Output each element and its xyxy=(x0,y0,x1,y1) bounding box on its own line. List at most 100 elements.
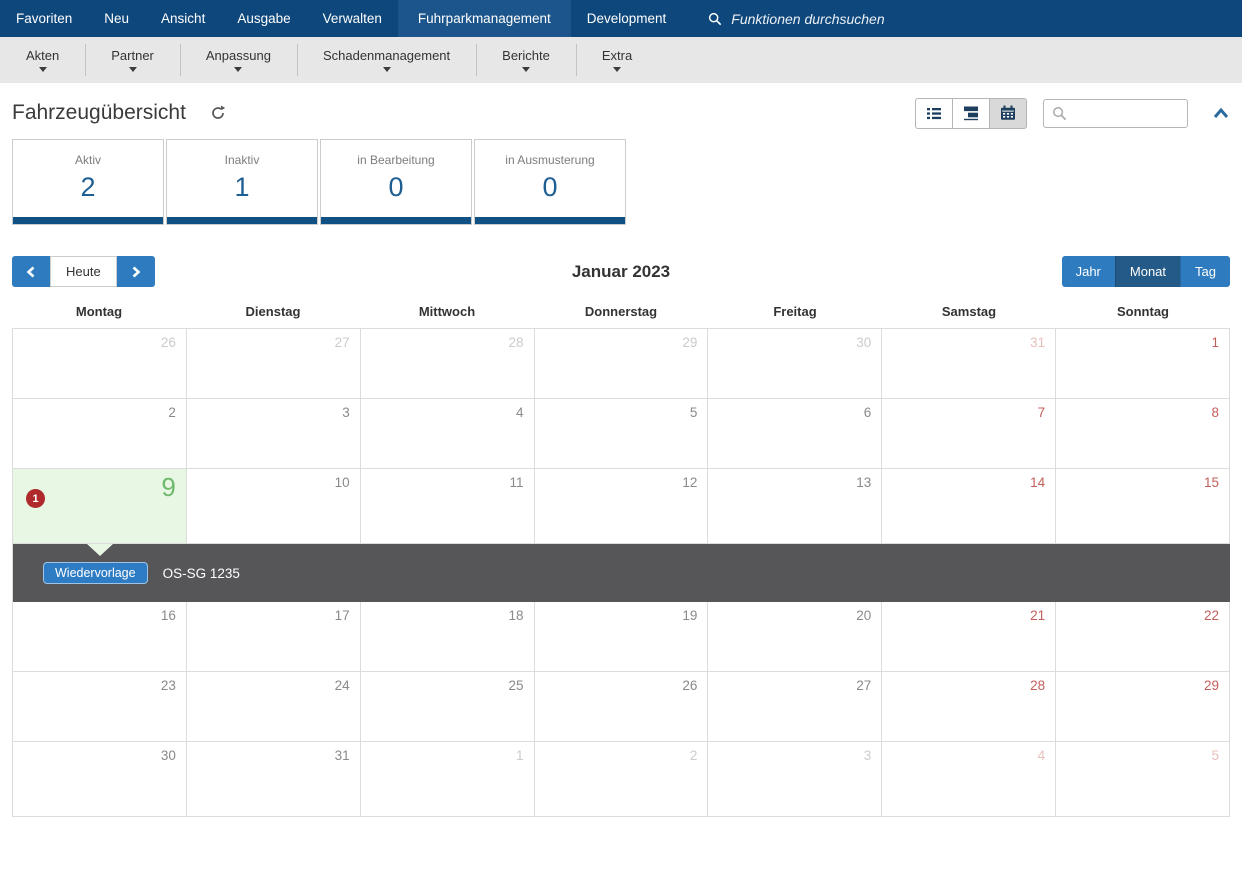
status-card-value: 0 xyxy=(321,172,471,203)
calendar-view-monat[interactable]: Monat xyxy=(1115,256,1180,287)
calendar-day[interactable]: 6 xyxy=(708,399,882,469)
calendar-day[interactable]: 22 xyxy=(1056,602,1230,672)
calendar-day-selected[interactable]: 91 xyxy=(13,469,187,544)
calendar-day[interactable]: 21 xyxy=(882,602,1056,672)
calendar-day[interactable]: 20 xyxy=(708,602,882,672)
calendar-day[interactable]: 4 xyxy=(882,742,1056,817)
day-number: 18 xyxy=(509,608,524,623)
calendar-day[interactable]: 29 xyxy=(535,329,709,399)
previous-month-button[interactable] xyxy=(12,256,50,287)
page-header: Fahrzeugübersicht xyxy=(12,93,1230,133)
status-cards: Aktiv2Inaktiv1in Bearbeitung0in Ausmuste… xyxy=(12,139,1230,225)
day-number: 19 xyxy=(682,608,697,623)
calendar-day[interactable]: 15 xyxy=(1056,469,1230,544)
menu-item-akten[interactable]: Akten xyxy=(0,37,85,83)
collapse-panel-icon[interactable] xyxy=(1212,106,1230,120)
event-type-badge[interactable]: Wiedervorlage xyxy=(43,562,148,584)
calendar-view-tag[interactable]: Tag xyxy=(1180,256,1230,287)
menu-item-label: Akten xyxy=(26,48,59,63)
calendar-day[interactable]: 17 xyxy=(187,602,361,672)
top-nav-item-neu[interactable]: Neu xyxy=(88,0,145,37)
calendar-day[interactable]: 30 xyxy=(708,329,882,399)
calendar-day[interactable]: 24 xyxy=(187,672,361,742)
calendar-day[interactable]: 30 xyxy=(13,742,187,817)
calendar-day[interactable]: 18 xyxy=(361,602,535,672)
calendar-day[interactable]: 28 xyxy=(361,329,535,399)
day-number: 21 xyxy=(1030,608,1045,623)
calendar-day[interactable]: 4 xyxy=(361,399,535,469)
calendar-day[interactable]: 31 xyxy=(882,329,1056,399)
top-nav-item-verwalten[interactable]: Verwalten xyxy=(307,0,398,37)
event-vehicle-plate[interactable]: OS-SG 1235 xyxy=(163,566,240,581)
calendar-nav-group: Heute xyxy=(12,256,155,287)
status-card-in-ausmusterung[interactable]: in Ausmusterung0 xyxy=(474,139,626,225)
top-nav-item-ausgabe[interactable]: Ausgabe xyxy=(221,0,306,37)
calendar-day[interactable]: 23 xyxy=(13,672,187,742)
calendar-day[interactable]: 19 xyxy=(535,602,709,672)
top-nav-items: FavoritenNeuAnsichtAusgabeVerwaltenFuhrp… xyxy=(0,0,682,37)
menu-item-schadenmanagement[interactable]: Schadenmanagement xyxy=(297,37,476,83)
status-card-label: Inaktiv xyxy=(167,153,317,167)
next-month-button[interactable] xyxy=(117,256,155,287)
calendar-day[interactable]: 14 xyxy=(882,469,1056,544)
calendar-day[interactable]: 7 xyxy=(882,399,1056,469)
calendar-view-switcher: JahrMonatTag xyxy=(1062,256,1230,287)
day-number: 28 xyxy=(509,335,524,350)
status-card-inaktiv[interactable]: Inaktiv1 xyxy=(166,139,318,225)
event-count-badge[interactable]: 1 xyxy=(26,489,45,508)
function-search-input[interactable] xyxy=(731,11,1031,27)
chevron-down-icon xyxy=(383,67,391,72)
calendar-day[interactable]: 5 xyxy=(535,399,709,469)
calendar-day[interactable]: 26 xyxy=(13,329,187,399)
status-card-in-bearbeitung[interactable]: in Bearbeitung0 xyxy=(320,139,472,225)
day-number: 16 xyxy=(161,608,176,623)
chevron-down-icon xyxy=(613,67,621,72)
top-nav-search[interactable] xyxy=(708,0,1031,37)
refresh-icon[interactable] xyxy=(210,105,226,121)
day-number: 10 xyxy=(335,475,350,490)
calendar-day[interactable]: 25 xyxy=(361,672,535,742)
calendar-day[interactable]: 28 xyxy=(882,672,1056,742)
weekday-label-samstag: Samstag xyxy=(882,304,1056,319)
top-nav-item-fuhrparkmanagement[interactable]: Fuhrparkmanagement xyxy=(398,0,571,37)
top-nav-item-ansicht[interactable]: Ansicht xyxy=(145,0,221,37)
calendar-day[interactable]: 16 xyxy=(13,602,187,672)
calendar-view-jahr[interactable]: Jahr xyxy=(1062,256,1115,287)
calendar-day[interactable]: 10 xyxy=(187,469,361,544)
calendar-day[interactable]: 26 xyxy=(535,672,709,742)
menu-item-anpassung[interactable]: Anpassung xyxy=(180,37,297,83)
menu-item-partner[interactable]: Partner xyxy=(85,37,180,83)
calendar-day[interactable]: 1 xyxy=(361,742,535,817)
calendar-day[interactable]: 1 xyxy=(1056,329,1230,399)
today-button[interactable]: Heute xyxy=(50,256,117,287)
top-nav-item-favoriten[interactable]: Favoriten xyxy=(0,0,88,37)
menu-item-extra[interactable]: Extra xyxy=(576,37,658,83)
calendar-day[interactable]: 27 xyxy=(187,329,361,399)
calendar-day[interactable]: 2 xyxy=(535,742,709,817)
calendar-day[interactable]: 11 xyxy=(361,469,535,544)
filter-search-box[interactable] xyxy=(1043,99,1188,128)
detail-view-icon[interactable] xyxy=(952,98,990,129)
calendar-day[interactable]: 31 xyxy=(187,742,361,817)
filter-search-input[interactable] xyxy=(1073,106,1179,121)
calendar-day[interactable]: 2 xyxy=(13,399,187,469)
view-controls xyxy=(915,98,1230,129)
menu-item-berichte[interactable]: Berichte xyxy=(476,37,576,83)
calendar-view-icon[interactable] xyxy=(989,98,1027,129)
status-card-value: 2 xyxy=(13,172,163,203)
view-toggle-group xyxy=(915,98,1027,129)
calendar-day[interactable]: 12 xyxy=(535,469,709,544)
calendar-day[interactable]: 29 xyxy=(1056,672,1230,742)
list-view-icon[interactable] xyxy=(915,98,953,129)
calendar-day[interactable]: 27 xyxy=(708,672,882,742)
calendar-day[interactable]: 5 xyxy=(1056,742,1230,817)
calendar-day[interactable]: 13 xyxy=(708,469,882,544)
calendar-day[interactable]: 3 xyxy=(187,399,361,469)
calendar-day[interactable]: 8 xyxy=(1056,399,1230,469)
day-number: 25 xyxy=(509,678,524,693)
day-number: 5 xyxy=(1211,748,1219,763)
top-nav-item-development[interactable]: Development xyxy=(571,0,683,37)
calendar-event-band: Wiedervorlage OS-SG 1235 xyxy=(13,544,1230,602)
status-card-aktiv[interactable]: Aktiv2 xyxy=(12,139,164,225)
calendar-day[interactable]: 3 xyxy=(708,742,882,817)
